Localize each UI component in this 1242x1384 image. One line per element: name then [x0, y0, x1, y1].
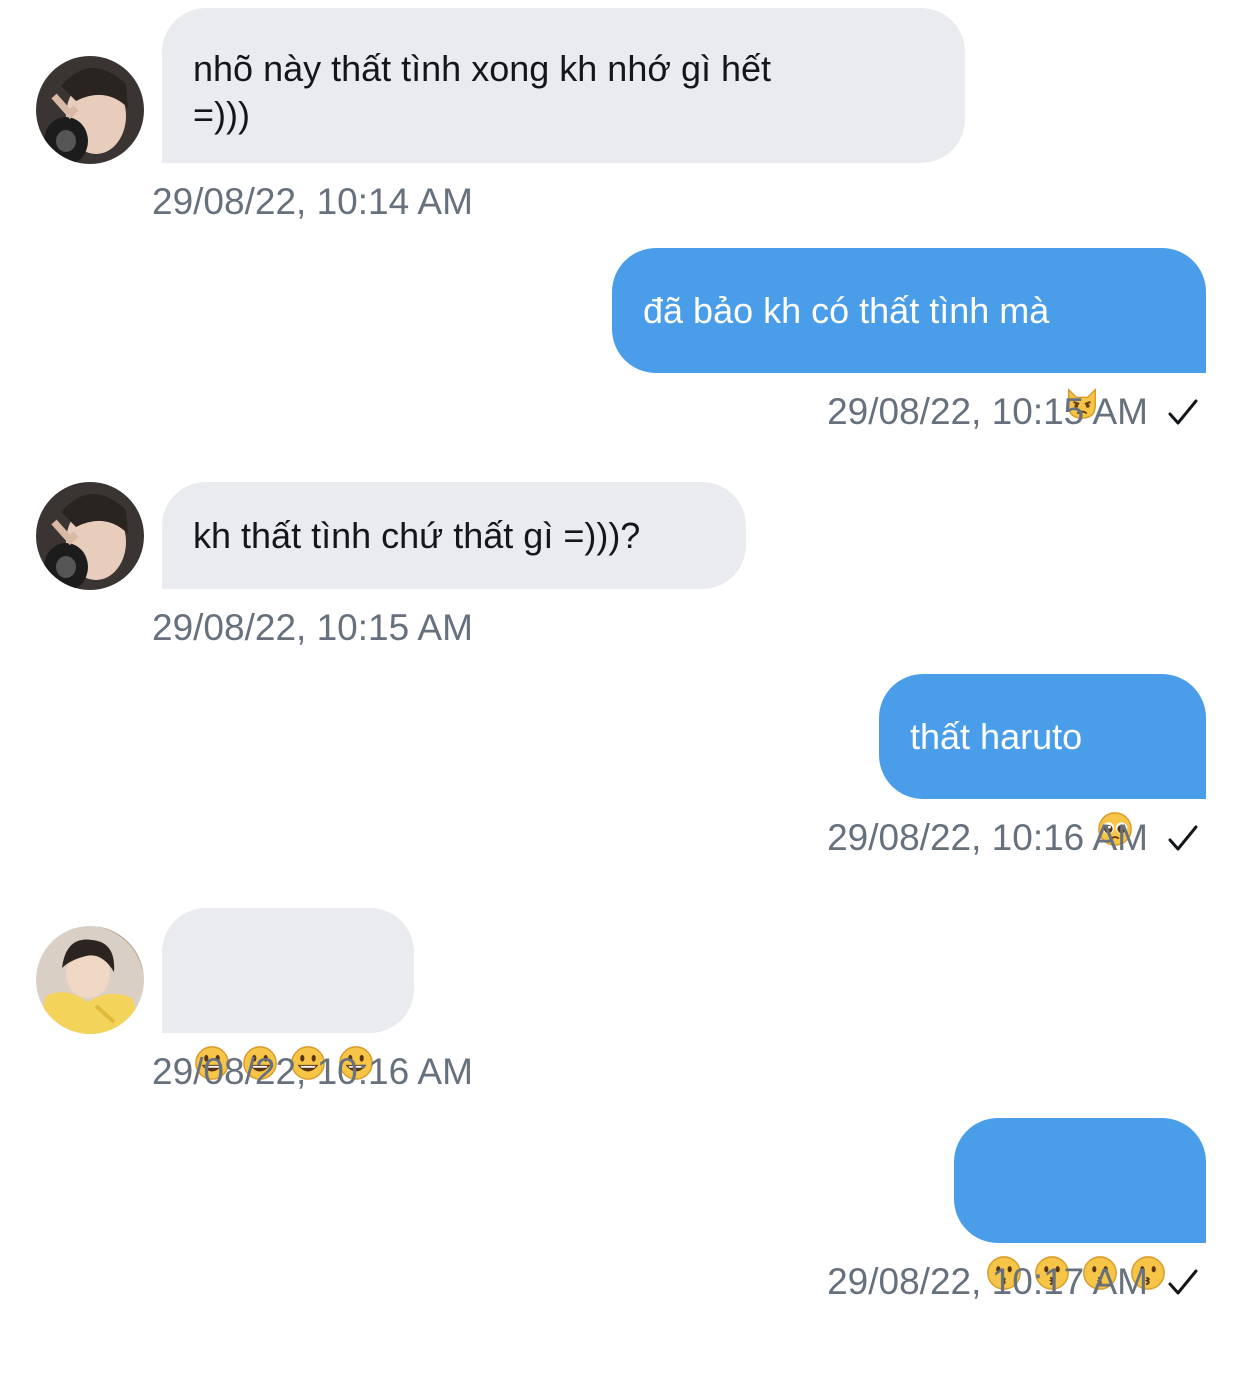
user-avatar-photo-icon — [36, 926, 144, 1034]
grinning-face-emoji-icon — [193, 952, 231, 1080]
message-timestamp: 29/08/22, 10:16 AM — [827, 817, 1148, 858]
message-timestamp: 29/08/22, 10:17 AM — [827, 1261, 1148, 1302]
message-text: thất haruto — [910, 715, 1083, 757]
emoji-row — [193, 952, 375, 1080]
sender-avatar[interactable] — [36, 56, 144, 164]
message-timestamp: 29/08/22, 10:15 AM — [152, 607, 473, 648]
message-text: nhõ này thất tình xong kh nhớ gì hết =))… — [193, 48, 772, 135]
message-bubble-incoming[interactable]: nhõ này thất tình xong kh nhớ gì hết =))… — [162, 8, 965, 163]
checkmark-icon — [1166, 1266, 1200, 1300]
message-bubble-incoming[interactable]: kh thất tình chứ thất gì =)))? — [162, 482, 746, 589]
user-avatar-photo-icon — [36, 56, 144, 164]
sender-avatar[interactable] — [36, 926, 144, 1034]
sender-avatar[interactable] — [36, 482, 144, 590]
message-text: đã bảo kh có thất tình mà — [643, 289, 1050, 331]
kissing-face-emoji-icon — [1129, 1162, 1167, 1290]
message-timestamp: 29/08/22, 10:14 AM — [152, 181, 473, 222]
checkmark-icon — [1166, 396, 1200, 430]
message-bubble-outgoing[interactable] — [954, 1118, 1206, 1290]
message-timestamp: 29/08/22, 10:16 AM — [152, 1051, 473, 1092]
user-avatar-photo-icon — [36, 482, 144, 590]
kissing-face-emoji-icon — [1081, 1162, 1119, 1290]
message-timestamp: 29/08/22, 10:15 AM — [827, 391, 1148, 432]
message-bubble-outgoing[interactable]: thất haruto — [879, 674, 1206, 846]
checkmark-icon — [1166, 822, 1200, 856]
grinning-face-emoji-icon — [289, 952, 327, 1080]
emoji-row — [985, 1162, 1167, 1290]
grinning-face-emoji-icon — [241, 952, 279, 1080]
message-text: kh thất tình chứ thất gì =)))? — [193, 514, 641, 556]
kissing-face-emoji-icon — [1033, 1162, 1071, 1290]
grinning-face-emoji-icon — [337, 952, 375, 1080]
message-bubble-incoming[interactable] — [162, 908, 414, 1080]
message-bubble-outgoing[interactable]: đã bảo kh có thất tình mà — [612, 248, 1206, 419]
kissing-face-emoji-icon — [985, 1162, 1023, 1290]
pouting-cat-emoji-icon — [1063, 292, 1101, 419]
pleading-face-emoji-icon — [1096, 718, 1134, 846]
